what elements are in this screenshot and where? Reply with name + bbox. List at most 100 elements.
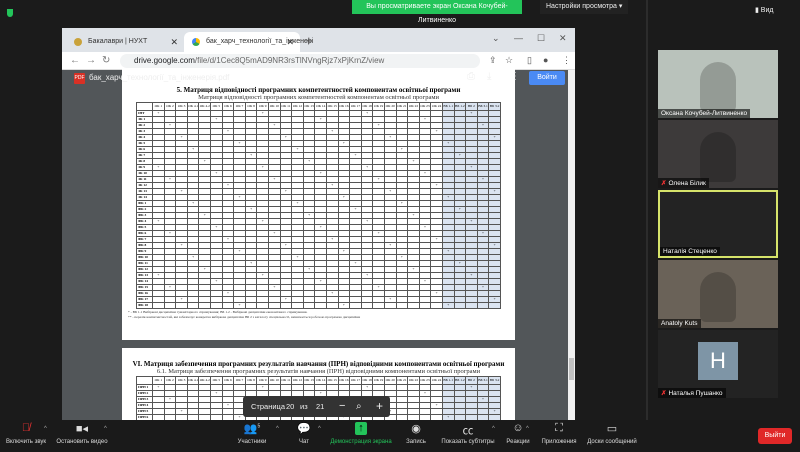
- print-icon[interactable]: ⎙: [467, 71, 475, 82]
- matrix-cell: +: [337, 302, 351, 309]
- leave-button[interactable]: Выйти: [758, 428, 792, 444]
- matrix-cell: [360, 302, 374, 309]
- zoom-fit-icon[interactable]: ⌕: [356, 396, 362, 417]
- participant-name: Наталія Стеценко: [660, 247, 720, 256]
- whiteboards-label: Доски сообщений: [587, 439, 637, 445]
- maximize-icon[interactable]: ☐: [537, 33, 545, 44]
- header-row: ОК 1 ОК 2 ОК 3 ОК 4.1 ОК 4.2 ОК 5 ОК 6 ОК 7 ОК 8…: [136, 376, 501, 385]
- forward-icon[interactable]: →: [86, 55, 96, 66]
- close-tab-icon[interactable]: ✕: [170, 32, 178, 52]
- participant-tile[interactable]: Наталія Стеценко: [658, 190, 778, 258]
- meeting-toolbar: 🎙̸ Включить звук ^ ■◂ Остановить видео ^ 👥…: [0, 420, 800, 452]
- column-header: ОК 8: [244, 102, 258, 111]
- column-header: ВБ 2: [465, 376, 478, 385]
- zoom-in-icon[interactable]: +: [376, 396, 383, 417]
- whiteboards-button[interactable]: ▭ Доски сообщений: [584, 422, 640, 445]
- new-tab-icon[interactable]: +: [305, 33, 313, 48]
- reload-icon[interactable]: ↻: [102, 55, 110, 66]
- url-input[interactable]: drive.google.com/file/d/1Cec8Q5mAD9NR3rs…: [120, 54, 480, 68]
- tab-nuht[interactable]: Бакалаври | НУХТ ✕: [66, 32, 184, 52]
- matrix-cell: [291, 302, 304, 309]
- reactions-label: Реакции: [506, 439, 530, 445]
- matrix-cell: [395, 302, 409, 309]
- current-page-input[interactable]: 20: [286, 396, 294, 417]
- column-header: ОК 11: [279, 376, 293, 385]
- participant-name-text: Олена Білик: [668, 180, 706, 187]
- zoom-out-icon[interactable]: −: [339, 396, 345, 417]
- download-icon[interactable]: ⤓: [487, 71, 491, 82]
- column-header: ОК 20: [383, 376, 397, 385]
- participant-video: [700, 272, 736, 322]
- matrix-cell: [349, 302, 362, 309]
- unmute-button[interactable]: 🎙̸ Включить звук: [4, 422, 48, 445]
- participant-name: Anatoly Kuts: [658, 319, 701, 328]
- apps-button[interactable]: ⛶ Приложения: [538, 422, 580, 445]
- reactions-caret-icon[interactable]: ^: [526, 426, 529, 432]
- matrix-cell: [302, 302, 316, 309]
- matrix-cell: [279, 302, 293, 309]
- panel-divider[interactable]: [646, 0, 648, 420]
- view-options-button[interactable]: Настройки просмотра ▾: [540, 0, 629, 14]
- participants-button[interactable]: 👥5 Участники: [232, 422, 272, 445]
- participants-caret-icon[interactable]: ^: [276, 426, 279, 432]
- scrollbar-thumb[interactable]: [569, 358, 574, 380]
- tab-search-icon[interactable]: ⌄: [492, 33, 500, 44]
- unmute-label: Включить звук: [5, 439, 46, 445]
- participant-tile[interactable]: Оксана Кочубей-Литвиненко: [658, 50, 778, 118]
- column-header: ОК 10: [268, 376, 281, 385]
- chat-caret-icon[interactable]: ^: [318, 426, 321, 432]
- close-tab-icon[interactable]: ✕: [286, 32, 294, 52]
- participant-tile[interactable]: Anatoly Kuts: [658, 260, 778, 328]
- column-header: ВБ 1.2: [453, 102, 467, 111]
- security-shield-icon[interactable]: [7, 9, 13, 17]
- page-subheading: Матриця відповідності програмних компете…: [198, 94, 439, 101]
- column-header: ОК 13: [302, 376, 316, 385]
- column-header: ВБ 2: [465, 102, 478, 111]
- more-options-icon[interactable]: ⋮: [510, 71, 520, 82]
- apps-icon: ⛶: [555, 422, 563, 434]
- matrix-cell: +: [233, 302, 246, 309]
- pdf-file-icon: PDF: [74, 73, 85, 84]
- side-panel-icon[interactable]: ▯: [527, 55, 532, 66]
- tab-title: бак_харч_технології_та_інженері: [206, 38, 314, 45]
- profile-icon[interactable]: ●: [543, 55, 548, 65]
- video-options-caret-icon[interactable]: ^: [104, 426, 107, 432]
- minimize-icon[interactable]: —: [514, 33, 523, 43]
- participant-video: [700, 132, 736, 182]
- stop-video-button[interactable]: ■◂ Остановить видео: [54, 422, 110, 445]
- column-header: ОК 18: [360, 376, 374, 385]
- matrix-cell: [407, 302, 420, 309]
- matrix-cell: [372, 302, 385, 309]
- matrix-cell: [163, 302, 177, 309]
- captions-caret-icon[interactable]: ^: [492, 426, 495, 432]
- column-header: ОК 7: [233, 102, 246, 111]
- tab-drive-pdf[interactable]: бак_харч_технології_та_інженері ✕: [184, 32, 313, 52]
- column-header: ОК 21: [395, 102, 409, 111]
- record-button[interactable]: ◉ Запись: [402, 422, 430, 445]
- close-window-icon[interactable]: ✕: [559, 33, 567, 44]
- menu-icon[interactable]: ⋮: [562, 55, 571, 66]
- share-screen-button[interactable]: ↑ Демонстрация экрана: [330, 422, 392, 445]
- chat-bubble-icon: 💬: [297, 423, 311, 435]
- participant-name: ✗ Олена Білик: [658, 178, 709, 188]
- muted-mic-icon: 🎙̸: [21, 422, 31, 434]
- competence-matrix-table: ОК 1 ОК 2 ОК 3 ОК 4.1 ОК 4.2 ОК 5 ОК 6 ОК 7 ОК 8…: [136, 102, 501, 309]
- participant-video: [700, 62, 736, 112]
- view-button[interactable]: ▮ Вид: [755, 6, 773, 14]
- column-header: ОК 19: [372, 376, 385, 385]
- back-icon[interactable]: ←: [70, 55, 80, 66]
- matrix-cell: [430, 302, 443, 309]
- captions-button[interactable]: ㏄ Показать субтитры: [438, 422, 498, 445]
- share-icon[interactable]: ⇪: [489, 55, 497, 66]
- column-header: ОК 15: [326, 376, 339, 385]
- column-header: ОК 6: [221, 102, 235, 111]
- bookmark-star-icon[interactable]: ☆: [505, 55, 513, 66]
- audio-options-caret-icon[interactable]: ^: [44, 426, 47, 432]
- row-label: ФК 18: [136, 302, 154, 309]
- table-note: * - ВБ 1.1 Вибіркові дисципліни гуманіта…: [128, 310, 308, 314]
- column-header: ОК 22: [407, 376, 420, 385]
- participant-tile[interactable]: Н ✗ Наталья Пушанко: [658, 330, 778, 398]
- login-button[interactable]: Войти: [529, 71, 565, 85]
- chat-button[interactable]: 💬 Чат: [292, 422, 316, 445]
- participant-tile[interactable]: ✗ Олена Білик: [658, 120, 778, 188]
